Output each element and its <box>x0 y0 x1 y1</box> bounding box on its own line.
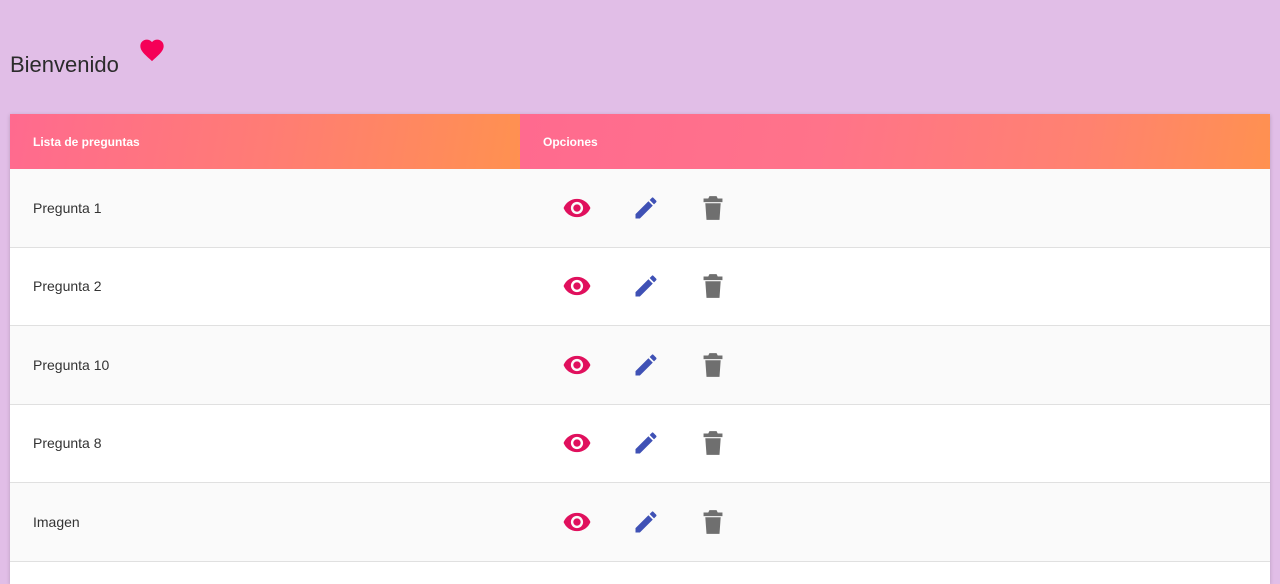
question-name: Imagen <box>33 513 80 530</box>
row-actions <box>520 423 772 463</box>
edit-button[interactable] <box>632 502 702 542</box>
column-header-options: Opciones <box>520 114 1270 169</box>
question-name: Pregunta 10 <box>33 356 110 373</box>
delete-button[interactable] <box>702 423 772 463</box>
table-row: Pregunta 8 <box>10 404 1270 483</box>
delete-button[interactable] <box>702 345 772 385</box>
eye-icon <box>562 511 592 533</box>
edit-button[interactable] <box>632 423 702 463</box>
row-actions <box>520 188 772 228</box>
eye-icon <box>562 197 592 219</box>
questions-table: Lista de preguntas Opciones Pregunta 1 Pr… <box>10 114 1270 584</box>
question-name: Pregunta 1 <box>33 199 102 216</box>
table-row: Pregunta 10 <box>10 326 1270 405</box>
table-header: Lista de preguntas Opciones <box>10 114 1270 169</box>
row-actions <box>520 502 772 542</box>
table-body: Pregunta 1 Pregunta 2 Pregunta 10 Pregunta … <box>10 169 1270 562</box>
page-title: Bienvenido <box>10 52 119 77</box>
delete-button[interactable] <box>702 188 772 228</box>
heart-icon <box>138 36 166 62</box>
table-row: Pregunta 1 <box>10 169 1270 248</box>
table-row: Imagen <box>10 483 1270 562</box>
question-name: Pregunta 2 <box>33 278 102 295</box>
view-button[interactable] <box>562 502 632 542</box>
edit-button[interactable] <box>632 345 702 385</box>
pencil-icon <box>632 351 660 379</box>
view-button[interactable] <box>562 423 632 463</box>
pencil-icon <box>632 194 660 222</box>
trash-icon <box>702 509 724 535</box>
trash-icon <box>702 430 724 456</box>
delete-button[interactable] <box>702 502 772 542</box>
view-button[interactable] <box>562 345 632 385</box>
trash-icon <box>702 352 724 378</box>
edit-button[interactable] <box>632 266 702 306</box>
question-name: Pregunta 8 <box>33 435 102 452</box>
table-row: Pregunta 2 <box>10 247 1270 326</box>
view-button[interactable] <box>562 188 632 228</box>
row-actions <box>520 345 772 385</box>
edit-button[interactable] <box>632 188 702 228</box>
pencil-icon <box>632 429 660 457</box>
view-button[interactable] <box>562 266 632 306</box>
pencil-icon <box>632 272 660 300</box>
pencil-icon <box>632 508 660 536</box>
delete-button[interactable] <box>702 266 772 306</box>
trash-icon <box>702 195 724 221</box>
trash-icon <box>702 273 724 299</box>
row-actions <box>520 266 772 306</box>
eye-icon <box>562 275 592 297</box>
eye-icon <box>562 432 592 454</box>
column-header-questions: Lista de preguntas <box>10 114 520 169</box>
eye-icon <box>562 354 592 376</box>
